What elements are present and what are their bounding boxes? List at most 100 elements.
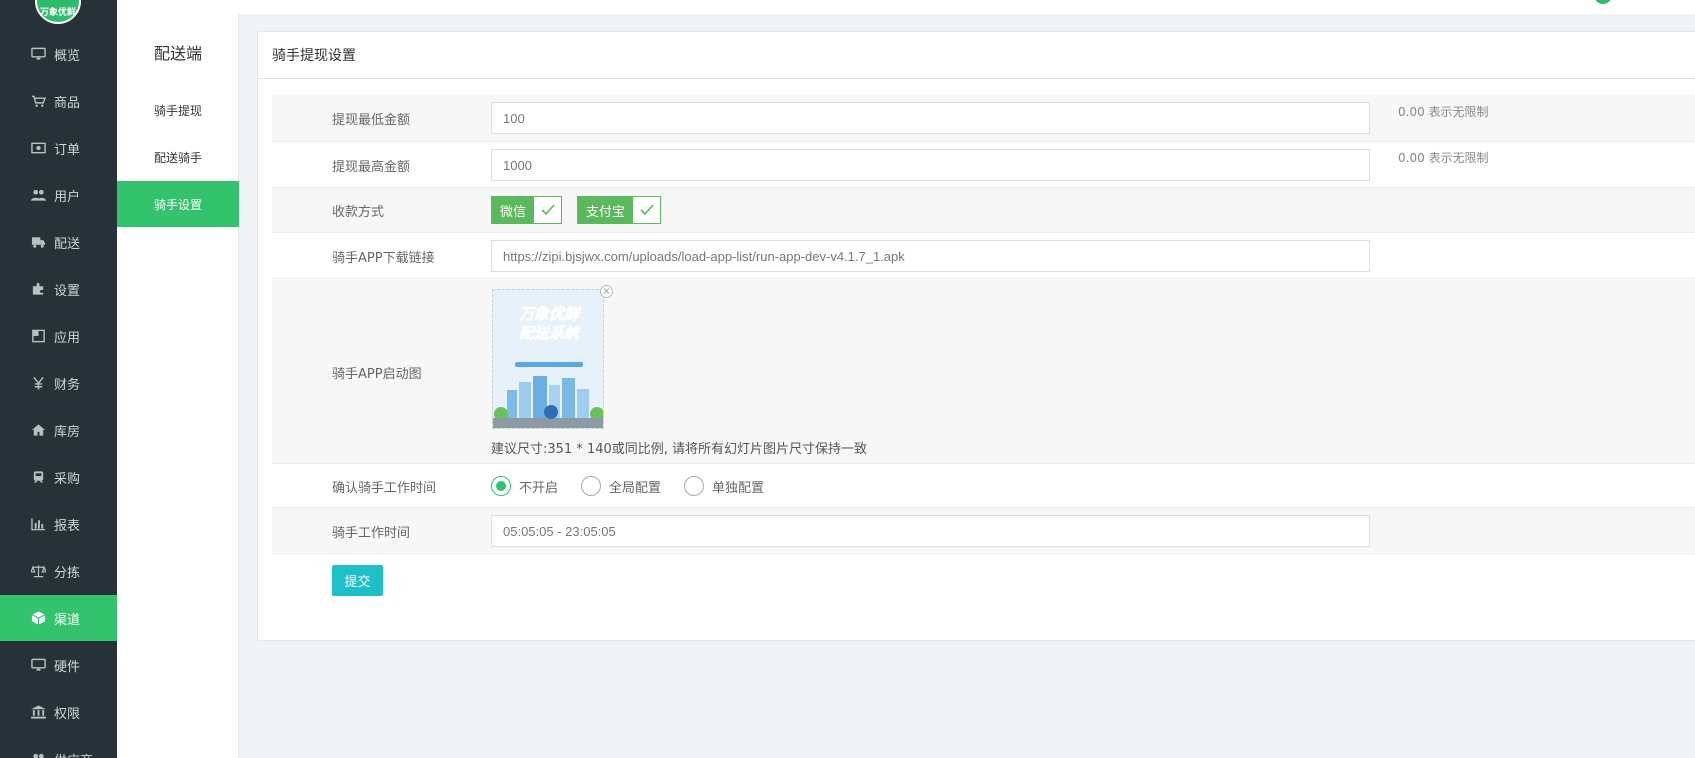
sidebar-item-label: 概览 — [54, 48, 81, 64]
splash-label: 骑手APP启动图 — [332, 367, 422, 382]
sidebar-item-5[interactable]: 设置 — [0, 266, 117, 312]
sidebar-item-label: 商品 — [54, 95, 81, 111]
sidebar-item-11[interactable]: 分拣 — [0, 548, 117, 594]
max-amount-hint: 0.00 表示无限制 — [1398, 151, 1489, 165]
sidebar-item-label: 订单 — [54, 142, 81, 158]
radio-global[interactable]: 全局配置 — [581, 476, 661, 496]
submit-button[interactable]: 提交 — [332, 565, 383, 596]
bar-chart-icon — [30, 517, 46, 531]
sub-item-riders[interactable]: 配送骑手 — [117, 134, 239, 180]
yen-icon — [30, 376, 46, 390]
splash-text-1: 万象优鲜 — [518, 305, 582, 323]
min-amount-input[interactable]: 100 — [491, 102, 1370, 134]
users-icon — [30, 188, 46, 202]
sidebar-item-label: 权限 — [54, 706, 81, 722]
sidebar-item-9[interactable]: 采购 — [0, 454, 117, 500]
work-time-input[interactable]: 05:05:05 - 23:05:05 — [491, 515, 1370, 547]
radio-dot — [491, 476, 511, 496]
sidebar-item-label: 分拣 — [54, 565, 81, 581]
truck-icon — [30, 235, 46, 249]
sidebar-item-4[interactable]: 配送 — [0, 219, 117, 265]
payment-label: 收款方式 — [332, 205, 385, 220]
sidebar-item-13[interactable]: 硬件 — [0, 642, 117, 688]
max-amount-label: 提现最高金额 — [332, 160, 411, 175]
sidebar-item-2[interactable]: 订单 — [0, 125, 117, 171]
sidebar-item-12[interactable]: 渠道 — [0, 595, 117, 641]
sidebar-item-label: 应用 — [54, 330, 81, 346]
sidebar-item-0[interactable]: 概览 — [0, 31, 117, 77]
sidebar-item-3[interactable]: 用户 — [0, 172, 117, 218]
payment-alipay-checkbox[interactable]: 支付宝 — [577, 196, 662, 224]
sidebar-item-label: 财务 — [54, 377, 81, 393]
sidebar-item-label: 供应商 — [54, 750, 93, 758]
sidebar-item-6[interactable]: 应用 — [0, 313, 117, 359]
radio-individual-label: 单独配置 — [712, 480, 765, 496]
settings-panel: 骑手提现设置 提现最低金额 100 0.00 表示无限制 提现最高金额 1000… — [257, 31, 1695, 641]
cube-icon — [30, 611, 46, 625]
work-time-label: 骑手工作时间 — [332, 526, 411, 541]
sidebar-item-label: 库房 — [54, 424, 81, 440]
radio-global-label: 全局配置 — [609, 480, 662, 496]
app-link-label: 骑手APP下载链接 — [332, 251, 435, 266]
sub-item-rider-settings[interactable]: 骑手设置 — [117, 181, 239, 227]
main-sidebar: 万象优鲜 概览商品订单用户配送设置应用财务库房采购报表分拣渠道硬件权限供应商 — [0, 0, 117, 758]
bank-icon — [30, 705, 46, 719]
radio-disabled-label: 不开启 — [519, 480, 559, 496]
money-icon — [30, 141, 46, 155]
work-confirm-label: 确认骑手工作时间 — [332, 481, 437, 496]
splash-row: 骑手APP启动图 万象优鲜 配送系统 × 建议尺寸:351 * 140或同比例,… — [272, 279, 1695, 464]
sub-item-withdraw[interactable]: 骑手提现 — [117, 87, 239, 133]
radio-dot — [684, 476, 704, 496]
sidebar-item-label: 设置 — [54, 283, 81, 299]
users-icon — [30, 752, 46, 758]
sidebar-item-7[interactable]: 财务 — [0, 360, 117, 406]
sidebar-item-label: 渠道 — [54, 612, 81, 628]
payment-row: 收款方式 微信 支付宝 — [272, 188, 1695, 233]
min-amount-hint: 0.00 表示无限制 — [1398, 105, 1489, 119]
puzzle-icon — [30, 282, 46, 296]
sidebar-item-label: 配送 — [54, 236, 81, 252]
sidebar-item-label: 硬件 — [54, 659, 81, 675]
max-amount-row: 提现最高金额 1000 0.00 表示无限制 — [272, 142, 1695, 188]
min-amount-row: 提现最低金额 100 0.00 表示无限制 — [272, 95, 1695, 142]
cart-icon — [30, 94, 46, 108]
app-link-input[interactable]: https://zipi.bjsjwx.com/uploads/load-app… — [491, 240, 1370, 272]
splash-text-2: 配送系统 — [519, 324, 582, 342]
app-link-row: 骑手APP下载链接 https://zipi.bjsjwx.com/upload… — [272, 233, 1695, 279]
max-amount-input[interactable]: 1000 — [491, 149, 1370, 181]
work-time-row: 骑手工作时间 05:05:05 - 23:05:05 — [272, 508, 1695, 554]
monitor-icon — [30, 47, 46, 61]
radio-disabled[interactable]: 不开启 — [491, 476, 558, 496]
sidebar-item-label: 用户 — [54, 189, 81, 205]
top-bar — [117, 0, 1695, 14]
sidebar-item-8[interactable]: 库房 — [0, 407, 117, 453]
scale-icon — [30, 564, 46, 578]
min-amount-label: 提现最低金额 — [332, 113, 411, 128]
wechat-label: 微信 — [492, 197, 535, 223]
secondary-sidebar: 配送端 骑手提现 配送骑手 骑手设置 — [117, 14, 239, 758]
subbar-title: 配送端 — [153, 44, 202, 63]
brand-logo[interactable]: 万象优鲜 — [35, 0, 81, 24]
apps-icon — [30, 329, 46, 343]
sidebar-item-10[interactable]: 报表 — [0, 501, 117, 547]
sidebar-item-14[interactable]: 权限 — [0, 689, 117, 735]
alipay-label: 支付宝 — [578, 197, 634, 223]
sidebar-item-15[interactable]: 供应商 — [0, 736, 117, 758]
radio-dot — [581, 476, 601, 496]
remove-image-icon[interactable]: × — [600, 285, 613, 298]
work-confirm-row: 确认骑手工作时间 不开启 全局配置 单独配置 — [272, 464, 1695, 508]
panel-title: 骑手提现设置 — [258, 32, 1695, 79]
sidebar-item-1[interactable]: 商品 — [0, 78, 117, 124]
home-icon — [30, 423, 46, 437]
sidebar-item-label: 报表 — [54, 518, 81, 534]
monitor-icon — [30, 658, 46, 672]
check-icon — [534, 197, 562, 223]
logo-text: 万象优鲜 — [39, 8, 76, 18]
train-icon — [30, 470, 46, 484]
check-icon — [633, 197, 661, 223]
splash-image[interactable]: 万象优鲜 配送系统 — [492, 289, 604, 429]
splash-size-note: 建议尺寸:351 * 140或同比例, 请将所有幻灯片图片尺寸保持一致 — [491, 442, 868, 457]
payment-wechat-checkbox[interactable]: 微信 — [491, 196, 563, 224]
radio-individual[interactable]: 单独配置 — [684, 476, 764, 496]
sidebar-item-label: 采购 — [54, 471, 81, 487]
